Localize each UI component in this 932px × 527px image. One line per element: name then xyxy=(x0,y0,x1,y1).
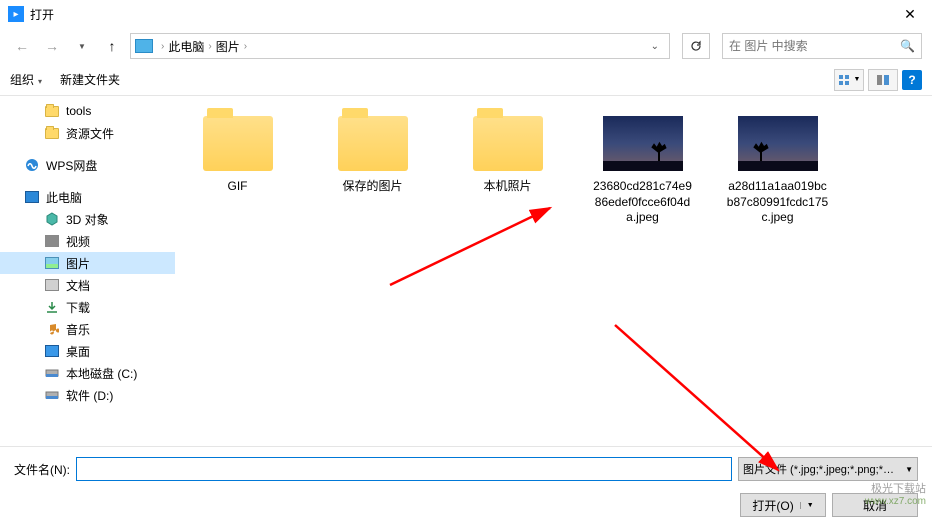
file-label: 23680cd281c74e986edef0fcce6f04da.jpeg xyxy=(590,179,695,226)
sidebar-item-label: 文档 xyxy=(66,277,90,294)
folder-icon xyxy=(338,116,408,171)
chevron-right-icon: › xyxy=(208,41,211,52)
search-input[interactable] xyxy=(729,39,900,53)
breadcrumb-dropdown[interactable]: ⌄ xyxy=(645,41,665,52)
file-label: a28d11a1aa019bcb87c80991fcdc175c.jpeg xyxy=(725,179,830,226)
lib-doc-icon xyxy=(44,278,60,292)
bottom-panel: 文件名(N): 图片文件 (*.jpg;*.jpeg;*.png;*… ▼ 打开… xyxy=(0,446,932,527)
search-box[interactable]: 🔍 xyxy=(722,33,922,59)
sidebar-item-label: 视频 xyxy=(66,233,90,250)
sidebar-item-label: WPS网盘 xyxy=(46,157,97,174)
chevron-down-icon: ▼ xyxy=(905,465,913,474)
dialog-title: 打开 xyxy=(30,6,896,23)
lib-desktop-icon xyxy=(44,344,60,358)
grid-icon xyxy=(838,74,852,86)
folder-item[interactable]: 保存的图片 xyxy=(320,116,425,195)
sidebar-item[interactable]: 视频 xyxy=(0,230,175,252)
sidebar-item[interactable]: tools xyxy=(0,100,175,122)
image-item[interactable]: 23680cd281c74e986edef0fcce6f04da.jpeg xyxy=(590,116,695,226)
filetype-select[interactable]: 图片文件 (*.jpg;*.jpeg;*.png;*… ▼ xyxy=(738,457,918,481)
drive-icon xyxy=(44,388,60,402)
sidebar-item[interactable]: 本地磁盘 (C:) xyxy=(0,362,175,384)
folder-icon xyxy=(44,104,60,118)
chevron-down-icon[interactable]: ▼ xyxy=(800,502,814,509)
back-button[interactable]: ← xyxy=(10,34,34,58)
sidebar-item-label: 资源文件 xyxy=(66,125,114,142)
open-button[interactable]: 打开(O) ▼ xyxy=(740,493,826,517)
sidebar-item[interactable]: 此电脑 xyxy=(0,186,175,208)
folder-icon xyxy=(44,126,60,140)
file-label: 保存的图片 xyxy=(342,179,402,195)
breadcrumb-root[interactable]: 此电脑 xyxy=(168,38,204,55)
sidebar[interactable]: tools 资源文件 WPS网盘此电脑 3D 对象视频图片文档下载音乐桌面本地磁盘 (… xyxy=(0,96,175,446)
app-icon: ▸ xyxy=(8,6,24,22)
recent-dropdown[interactable]: ▼ xyxy=(70,34,94,58)
breadcrumb-current[interactable]: 图片 xyxy=(216,38,240,55)
search-icon[interactable]: 🔍 xyxy=(900,39,915,53)
lib-dl-icon xyxy=(44,300,60,314)
sidebar-item[interactable]: 音乐 xyxy=(0,318,175,340)
chevron-right-icon: › xyxy=(244,41,247,52)
filename-label: 文件名(N): xyxy=(14,461,70,478)
navbar: ← → ▼ ↑ › 此电脑 › 图片 › ⌄ 🔍 xyxy=(0,28,932,64)
sidebar-item[interactable]: 图片 xyxy=(0,252,175,274)
folder-item[interactable]: GIF xyxy=(185,116,290,195)
lib-3d-icon xyxy=(44,212,60,226)
location-icon xyxy=(135,39,153,53)
image-item[interactable]: a28d11a1aa019bcb87c80991fcdc175c.jpeg xyxy=(725,116,830,226)
new-folder-button[interactable]: 新建文件夹 xyxy=(60,71,120,88)
sidebar-item-label: tools xyxy=(66,104,91,118)
sidebar-item[interactable]: 文档 xyxy=(0,274,175,296)
sidebar-item-label: 本地磁盘 (C:) xyxy=(66,365,137,382)
sidebar-item[interactable]: 软件 (D:) xyxy=(0,384,175,406)
sidebar-item-label: 图片 xyxy=(66,255,90,272)
folder-icon xyxy=(473,116,543,171)
folder-icon xyxy=(203,116,273,171)
pc-icon xyxy=(24,190,40,204)
forward-button: → xyxy=(40,34,64,58)
sidebar-item-label: 软件 (D:) xyxy=(66,387,113,404)
sidebar-item-label: 下载 xyxy=(66,299,90,316)
folder-item[interactable]: 本机照片 xyxy=(455,116,560,195)
wps-icon xyxy=(24,158,40,172)
refresh-icon xyxy=(689,39,703,53)
file-label: GIF xyxy=(228,179,248,195)
view-icons-button[interactable]: ▼ xyxy=(834,69,864,91)
breadcrumb[interactable]: › 此电脑 › 图片 › ⌄ xyxy=(130,33,670,59)
pic-icon xyxy=(44,256,60,270)
filename-input[interactable] xyxy=(76,457,732,481)
main-area: tools 资源文件 WPS网盘此电脑 3D 对象视频图片文档下载音乐桌面本地磁盘 (… xyxy=(0,96,932,446)
sidebar-item-label: 桌面 xyxy=(66,343,90,360)
sidebar-item[interactable]: WPS网盘 xyxy=(0,154,175,176)
view-details-button[interactable] xyxy=(868,69,898,91)
file-list[interactable]: GIF 保存的图片 本机照片 23680cd281c74e986edef0fcce6f… xyxy=(175,96,932,446)
file-label: 本机照片 xyxy=(483,179,531,195)
drive-icon xyxy=(44,366,60,380)
help-button[interactable]: ? xyxy=(902,70,922,90)
list-icon xyxy=(876,74,890,86)
watermark: 极光下载站 www.xz7.com xyxy=(865,483,926,508)
filetype-text: 图片文件 (*.jpg;*.jpeg;*.png;*… xyxy=(743,461,894,477)
lib-music-icon xyxy=(44,322,60,336)
image-thumbnail xyxy=(738,116,818,171)
sidebar-item[interactable]: 桌面 xyxy=(0,340,175,362)
organize-menu[interactable]: 组织 xyxy=(10,71,42,88)
sidebar-item-label: 音乐 xyxy=(66,321,90,338)
toolbar: 组织 新建文件夹 ▼ ? xyxy=(0,64,932,96)
image-thumbnail xyxy=(603,116,683,171)
sidebar-item[interactable]: 下载 xyxy=(0,296,175,318)
close-button[interactable]: ✕ xyxy=(896,0,924,28)
sidebar-item[interactable]: 3D 对象 xyxy=(0,208,175,230)
sidebar-item-label: 3D 对象 xyxy=(66,211,109,228)
titlebar: ▸ 打开 ✕ xyxy=(0,0,932,28)
sidebar-item[interactable]: 资源文件 xyxy=(0,122,175,144)
sidebar-item-label: 此电脑 xyxy=(46,189,82,206)
chevron-right-icon: › xyxy=(161,41,164,52)
lib-video-icon xyxy=(44,234,60,248)
refresh-button[interactable] xyxy=(682,33,710,59)
up-button[interactable]: ↑ xyxy=(100,34,124,58)
